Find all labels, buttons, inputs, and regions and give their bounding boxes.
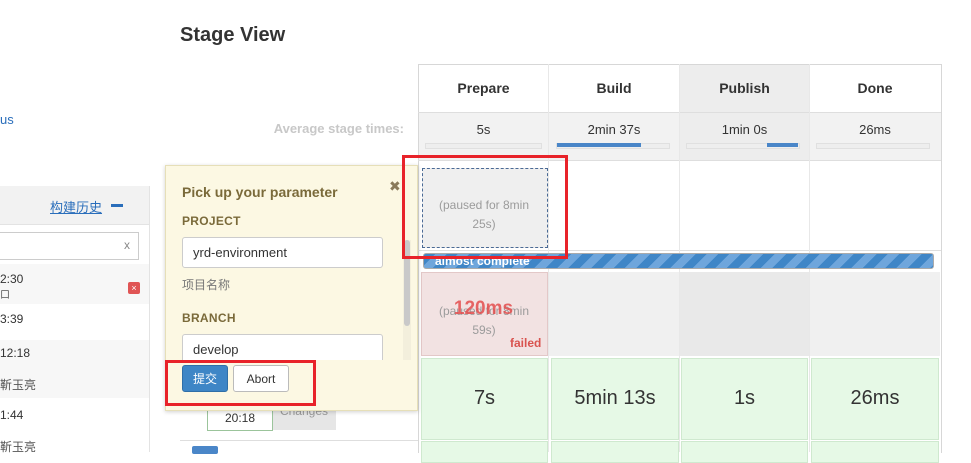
stage-cell-empty [549, 272, 679, 356]
sidebar-link-fragment[interactable]: us [0, 112, 14, 127]
stage-cell-success[interactable] [811, 441, 939, 463]
stage-avg-prepare: 5s [476, 122, 491, 137]
build-badge-icon [192, 446, 218, 454]
stage-cell-success[interactable] [551, 441, 679, 463]
stage-header-publish: Publish [719, 80, 770, 96]
close-icon[interactable]: ✖ [389, 178, 401, 195]
avg-fill-build [557, 143, 641, 147]
build-sub: 口 [0, 290, 10, 301]
stage-cell-empty [810, 272, 940, 356]
stage-cell-empty [680, 272, 809, 356]
stage-avg-done: 26ms [859, 122, 891, 137]
sidebar-border [149, 186, 150, 452]
stage-avg-build: 2min 37s [587, 122, 641, 137]
cancel-build-icon[interactable]: × [128, 282, 140, 294]
avg-bar-prepare [425, 143, 542, 149]
page-title: Stage View [180, 24, 286, 46]
build-history-title[interactable]: 构建历史 [50, 197, 102, 216]
popup-title: Pick up your parameter [182, 184, 338, 200]
stage-header-prepare: Prepare [457, 80, 510, 96]
avg-bar-done [816, 143, 930, 149]
build-time[interactable]: 2:30 [0, 272, 23, 286]
failed-status: failed [510, 336, 542, 350]
failed-duration: 120ms [453, 298, 514, 319]
highlight-box-buttons [165, 360, 316, 406]
avg-fill-publish [767, 143, 798, 147]
stage-cell-success[interactable]: 26ms [811, 358, 939, 440]
build-user: 靳玉亮 [0, 440, 37, 454]
build-user: 靳玉亮 [0, 378, 37, 392]
build-time[interactable]: 12:18 [0, 346, 30, 360]
param-label-project: PROJECT [182, 214, 241, 228]
stage-avg-publish: 1min 0s [721, 122, 768, 137]
build-time[interactable]: 3:39 [0, 312, 23, 326]
project-input[interactable] [182, 237, 383, 268]
stage-cell-success[interactable] [421, 441, 548, 463]
clear-filter-icon[interactable]: x [124, 238, 130, 252]
param-description: 项目名称 [182, 278, 231, 292]
stage-cell-success[interactable] [681, 441, 808, 463]
highlight-box-paused-cell [402, 155, 568, 259]
stage-cell-success[interactable]: 7s [421, 358, 548, 440]
stage-header-build: Build [596, 80, 632, 96]
row-divider [180, 440, 418, 441]
collapse-icon[interactable] [111, 204, 123, 207]
param-label-branch: BRANCH [182, 311, 236, 325]
stage-cell-success[interactable]: 5min 13s [551, 358, 679, 440]
build-history-filter-input[interactable] [0, 232, 139, 260]
stage-header-done: Done [857, 80, 893, 96]
build-time[interactable]: 1:44 [0, 408, 23, 422]
average-stage-times-label: Average stage times: [273, 121, 404, 136]
stage-cell-success[interactable]: 1s [681, 358, 808, 440]
